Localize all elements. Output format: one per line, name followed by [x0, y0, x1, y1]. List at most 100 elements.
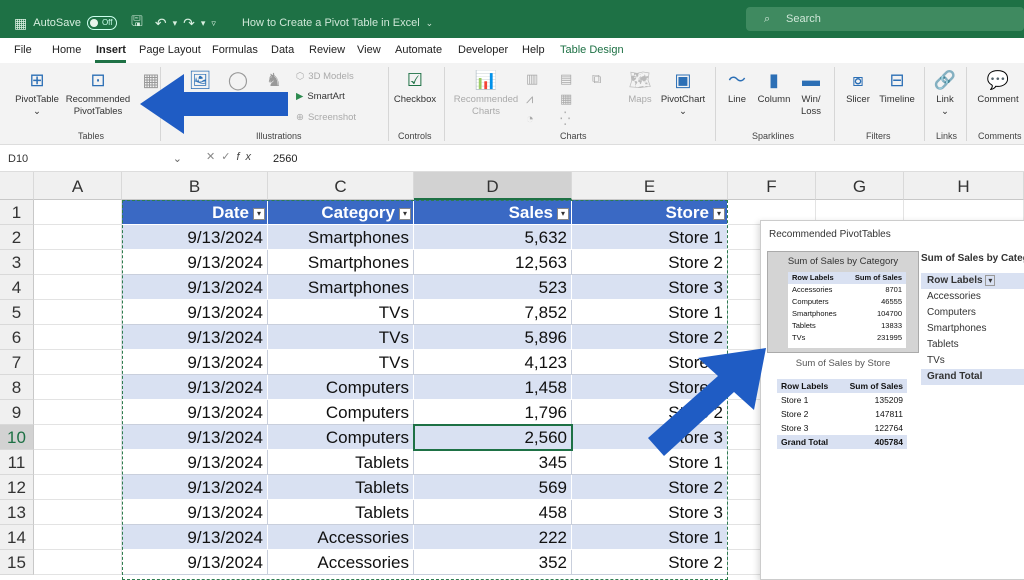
table-cell[interactable]: Store 1 — [572, 525, 728, 550]
table-cell[interactable]: 458 — [414, 500, 572, 525]
column-header-b[interactable]: B — [122, 172, 268, 200]
tab-page-layout[interactable]: Page Layout — [139, 44, 201, 56]
table-cell[interactable]: 4,123 — [414, 350, 572, 375]
cell-a12[interactable] — [34, 475, 122, 500]
smartart-button[interactable]: ▶ SmartArt — [296, 91, 345, 102]
cell-a13[interactable] — [34, 500, 122, 525]
table-cell[interactable]: 9/13/2024 — [122, 375, 268, 400]
table-cell[interactable]: Tablets — [268, 500, 414, 525]
table-cell[interactable]: Computers — [268, 425, 414, 450]
column-header-a[interactable]: A — [34, 172, 122, 200]
column-header-d[interactable]: D — [414, 172, 572, 200]
row-header-10[interactable]: 10 — [0, 425, 34, 450]
table-cell[interactable]: 9/13/2024 — [122, 275, 268, 300]
cell-a3[interactable] — [34, 250, 122, 275]
tab-file[interactable]: File — [14, 44, 32, 56]
table-cell[interactable]: Store 3 — [572, 350, 728, 375]
table-cell[interactable]: 7,852 — [414, 300, 572, 325]
table-header-cell[interactable]: Sales ▾ — [414, 200, 572, 225]
table-cell[interactable]: Smartphones — [268, 275, 414, 300]
combo-chart-button[interactable]: ⧉ — [592, 71, 601, 87]
scatter-chart-button[interactable]: ⁛ — [560, 111, 570, 127]
undo-icon[interactable]: ↶ — [155, 15, 167, 32]
table-cell[interactable]: 569 — [414, 475, 572, 500]
3d-models-button[interactable]: ⬡ 3D Models — [296, 71, 354, 82]
pivotchart-button[interactable]: ▣ PivotChart ⌄ — [658, 69, 708, 118]
column-header-e[interactable]: E — [572, 172, 728, 200]
sparkline-column-button[interactable]: ▮ Column — [756, 69, 792, 106]
select-all-corner[interactable] — [0, 172, 34, 200]
link-button[interactable]: 🔗 Link ⌄ — [930, 69, 960, 118]
row-header-5[interactable]: 5 — [0, 300, 34, 325]
table-cell[interactable]: Store 2 — [572, 325, 728, 350]
row-header-12[interactable]: 12 — [0, 475, 34, 500]
sparkline-line-button[interactable]: 〜 Line — [722, 69, 752, 106]
tab-review[interactable]: Review — [309, 44, 345, 56]
table-cell[interactable]: Store 1 — [572, 300, 728, 325]
pictures-button[interactable]: 🖼 — [188, 69, 212, 94]
tab-home[interactable]: Home — [52, 44, 81, 56]
row-header-3[interactable]: 3 — [0, 250, 34, 275]
redo-icon[interactable]: ↷ — [183, 15, 195, 32]
cell-a10[interactable] — [34, 425, 122, 450]
table-cell[interactable]: Store 2 — [572, 250, 728, 275]
row-header-15[interactable]: 15 — [0, 550, 34, 575]
tab-data[interactable]: Data — [271, 44, 294, 56]
option-sales-by-store[interactable]: Row Labels Sum of Sales Store 1 135209 Sto… — [777, 379, 907, 449]
row-header-1[interactable]: 1 — [0, 200, 34, 225]
recommended-pivottables-button[interactable]: ⊡ Recommended PivotTables — [63, 69, 133, 118]
table-cell[interactable]: 222 — [414, 525, 572, 550]
table-cell[interactable]: 9/13/2024 — [122, 450, 268, 475]
tab-table-design[interactable]: Table Design — [560, 44, 624, 56]
tab-developer[interactable]: Developer — [458, 44, 508, 56]
column-header-h[interactable]: H — [904, 172, 1024, 200]
table-cell[interactable]: 2,560 — [414, 425, 572, 450]
table-cell[interactable]: 12,563 — [414, 250, 572, 275]
table-cell[interactable]: 9/13/2024 — [122, 325, 268, 350]
maps-button[interactable]: 🗺 Maps — [624, 69, 656, 106]
column-header-c[interactable]: C — [268, 172, 414, 200]
table-cell[interactable]: Store 1 — [572, 375, 728, 400]
table-cell[interactable]: Tablets — [268, 450, 414, 475]
pie-chart-button[interactable]: ◔ — [526, 111, 534, 126]
table-cell[interactable]: 9/13/2024 — [122, 425, 268, 450]
table-cell[interactable]: 9/13/2024 — [122, 500, 268, 525]
slicer-button[interactable]: ⧇ Slicer — [842, 69, 874, 106]
table-cell[interactable]: Computers — [268, 400, 414, 425]
table-cell[interactable]: Tablets — [268, 475, 414, 500]
cell-a14[interactable] — [34, 525, 122, 550]
checkbox-button[interactable]: ☑ Checkbox — [392, 69, 438, 106]
table-cell[interactable]: 9/13/2024 — [122, 350, 268, 375]
table-cell[interactable]: Store 3 — [572, 275, 728, 300]
tab-help[interactable]: Help — [522, 44, 545, 56]
cell-a11[interactable] — [34, 450, 122, 475]
cell-a9[interactable] — [34, 400, 122, 425]
pivottable-button[interactable]: ⊞ PivotTable ⌄ — [12, 69, 62, 118]
table-cell[interactable]: Accessories — [268, 550, 414, 575]
table-cell[interactable]: Store 3 — [572, 500, 728, 525]
save-icon[interactable]: 🖫 — [131, 11, 143, 35]
table-cell[interactable]: Computers — [268, 375, 414, 400]
row-header-7[interactable]: 7 — [0, 350, 34, 375]
column-header-f[interactable]: F — [728, 172, 816, 200]
table-cell[interactable]: 9/13/2024 — [122, 550, 268, 575]
table-cell[interactable]: 1,796 — [414, 400, 572, 425]
table-cell[interactable]: Store 2 — [572, 400, 728, 425]
table-cell[interactable]: 9/13/2024 — [122, 225, 268, 250]
timeline-button[interactable]: ⊟ Timeline — [876, 69, 918, 106]
table-cell[interactable]: 9/13/2024 — [122, 250, 268, 275]
row-header-14[interactable]: 14 — [0, 525, 34, 550]
table-cell[interactable]: 9/13/2024 — [122, 525, 268, 550]
table-cell[interactable]: 9/13/2024 — [122, 300, 268, 325]
cell-a6[interactable] — [34, 325, 122, 350]
table-cell[interactable]: Store 1 — [572, 450, 728, 475]
line-chart-button[interactable]: ⩘ — [526, 91, 533, 107]
tab-automate[interactable]: Automate — [395, 44, 442, 56]
tab-formulas[interactable]: Formulas — [212, 44, 258, 56]
bar-chart-button[interactable]: ▤ — [560, 71, 572, 87]
table-cell[interactable]: 9/13/2024 — [122, 400, 268, 425]
table-header-cell[interactable]: Date ▾ — [122, 200, 268, 225]
table-header-cell[interactable]: Category ▾ — [268, 200, 414, 225]
filter-dropdown-icon[interactable]: ▾ — [253, 208, 265, 220]
hierarchy-chart-button[interactable]: ▦ — [560, 91, 572, 107]
